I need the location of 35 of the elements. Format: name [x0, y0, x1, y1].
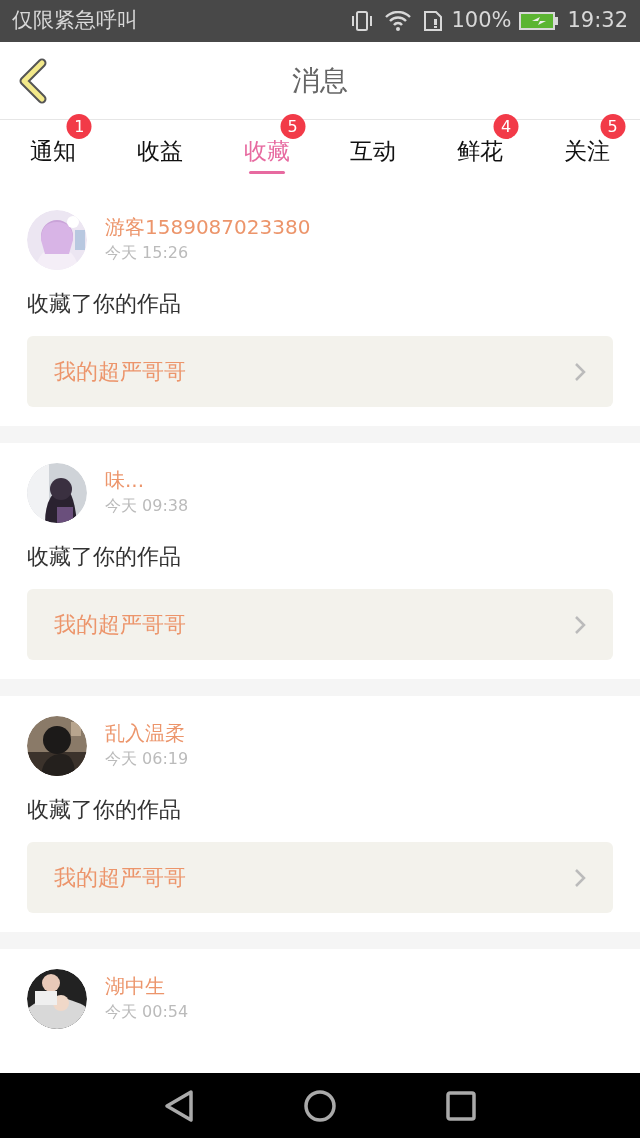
unread-badge: 5 [280, 114, 306, 139]
chevron-right-icon [574, 867, 586, 888]
user-name[interactable]: 味... [105, 463, 189, 494]
page-title: 消息 [292, 62, 348, 99]
chevron-right-icon [574, 614, 586, 635]
back-nav-icon[interactable] [164, 1088, 194, 1123]
wifi-icon [385, 11, 412, 31]
tab[interactable]: 收益 [137, 120, 183, 172]
unread-badge: 4 [493, 114, 519, 139]
tab-indicator [248, 171, 285, 174]
clock-text: 19:32 [567, 7, 628, 35]
battery-percent: 100% [451, 7, 512, 35]
timestamp: 今天 09:38 [105, 495, 189, 517]
timestamp: 今天 00:54 [105, 1001, 189, 1023]
work-link[interactable]: 我的超严哥哥 [27, 842, 613, 913]
work-link[interactable]: 我的超严哥哥 [27, 589, 613, 660]
home-nav-icon[interactable] [304, 1089, 336, 1122]
unread-badge: 5 [600, 114, 626, 139]
user-name[interactable]: 乱入温柔 [105, 716, 189, 747]
message-text: 收藏了你的作品 [27, 543, 182, 571]
user-name[interactable]: 湖中生 [105, 969, 189, 1000]
user-name[interactable]: 游客1589087023380 [105, 210, 311, 241]
message-text: 收藏了你的作品 [27, 290, 182, 318]
chevron-right-icon [574, 361, 586, 382]
timestamp: 今天 06:19 [105, 748, 189, 770]
carrier-text: 仅限紧急呼叫 [12, 7, 138, 35]
vibrate-icon [351, 10, 374, 32]
sim-icon [423, 10, 444, 32]
recents-nav-icon[interactable] [446, 1090, 476, 1121]
message-text: 收藏了你的作品 [27, 796, 182, 824]
work-link[interactable]: 我的超严哥哥 [27, 336, 613, 407]
tab[interactable]: 互动 [350, 120, 397, 172]
battery-icon [519, 11, 560, 31]
timestamp: 今天 15:26 [105, 242, 190, 264]
unread-badge: 1 [66, 114, 92, 139]
